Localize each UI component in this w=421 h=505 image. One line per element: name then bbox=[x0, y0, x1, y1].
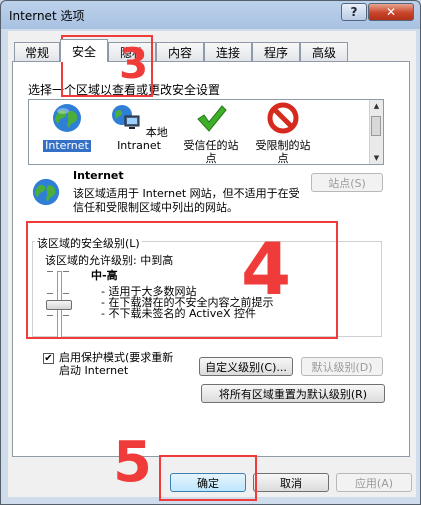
tab-strip: 常规 安全 隐私 内容 连接 程序 高级 bbox=[12, 39, 412, 62]
tab-advanced[interactable]: 高级 bbox=[300, 42, 348, 61]
zone-label-2: 点 bbox=[277, 152, 289, 165]
protected-mode-line2: 启动 Internet bbox=[59, 364, 129, 377]
reset-all-zones-button[interactable]: 将所有区域重置为默认级别(R) bbox=[201, 384, 385, 403]
scroll-down-icon[interactable]: ▼ bbox=[370, 152, 383, 164]
cancel-button[interactable]: 取消 bbox=[253, 473, 329, 492]
annotation-box-4 bbox=[26, 221, 338, 339]
zone-restricted-sites[interactable]: 受限制的站 点 bbox=[247, 102, 319, 165]
tab-security[interactable]: 安全 bbox=[60, 39, 108, 62]
sites-button[interactable]: 站点(S) bbox=[311, 173, 383, 192]
protected-mode-label: 启用保护模式(要求重新 启动 Internet bbox=[59, 351, 173, 377]
zone-label: Internet bbox=[43, 139, 91, 152]
tab-content[interactable]: 内容 bbox=[156, 42, 204, 61]
restricted-icon bbox=[267, 102, 299, 134]
globe-icon bbox=[53, 104, 81, 132]
zone-list: Internet 本地 Intranet 受信任的站 点 受限制的站 点 ▲ ▼ bbox=[28, 99, 384, 165]
protected-mode-checkbox[interactable]: ✔ bbox=[43, 353, 54, 364]
default-level-button[interactable]: 默认级别(D) bbox=[301, 357, 383, 376]
custom-level-button[interactable]: 自定义级别(C)... bbox=[199, 357, 293, 376]
apply-button[interactable]: 应用(A) bbox=[336, 473, 412, 492]
tab-connections[interactable]: 连接 bbox=[204, 42, 252, 61]
window-title: Internet 选项 bbox=[9, 9, 85, 23]
help-button[interactable]: ? bbox=[341, 3, 367, 21]
zone-trusted-sites[interactable]: 受信任的站 点 bbox=[175, 102, 247, 165]
zone-name: Internet bbox=[73, 169, 124, 182]
protected-mode-line1: 启用保护模式(要求重新 bbox=[59, 351, 174, 364]
internet-options-window: Internet 选项 ? ✕ 常规 安全 隐私 内容 连接 程序 高级 选择一… bbox=[0, 0, 421, 505]
close-button[interactable]: ✕ bbox=[368, 3, 414, 21]
scroll-thumb[interactable] bbox=[371, 116, 381, 136]
annotation-number-4: 4 bbox=[241, 227, 292, 311]
checkmark-icon bbox=[197, 105, 227, 132]
zone-internet[interactable]: Internet bbox=[31, 102, 103, 152]
tab-general[interactable]: 常规 bbox=[14, 42, 60, 61]
tab-programs[interactable]: 程序 bbox=[252, 42, 300, 61]
zone-label-2: 点 bbox=[205, 152, 217, 165]
zone-scrollbar[interactable]: ▲ ▼ bbox=[369, 100, 383, 164]
annotation-box-5 bbox=[159, 455, 257, 501]
zone-label: 受限制的站 bbox=[255, 139, 311, 152]
zone-local-intranet[interactable]: 本地 Intranet bbox=[103, 102, 175, 152]
annotation-number-5: 5 bbox=[113, 430, 152, 495]
annotation-number-3: 3 bbox=[119, 39, 149, 88]
zone-label-2: Intranet bbox=[117, 139, 161, 152]
zone-label: 本地 bbox=[145, 126, 168, 139]
globe-icon bbox=[32, 178, 60, 206]
zone-description: 该区域适用于 Internet 网站，但不适用于在受信任和受限制区域中列出的网站… bbox=[73, 187, 300, 214]
intranet-icon bbox=[112, 105, 140, 129]
scroll-up-icon[interactable]: ▲ bbox=[370, 100, 383, 112]
zone-label: 受信任的站 bbox=[183, 139, 239, 152]
